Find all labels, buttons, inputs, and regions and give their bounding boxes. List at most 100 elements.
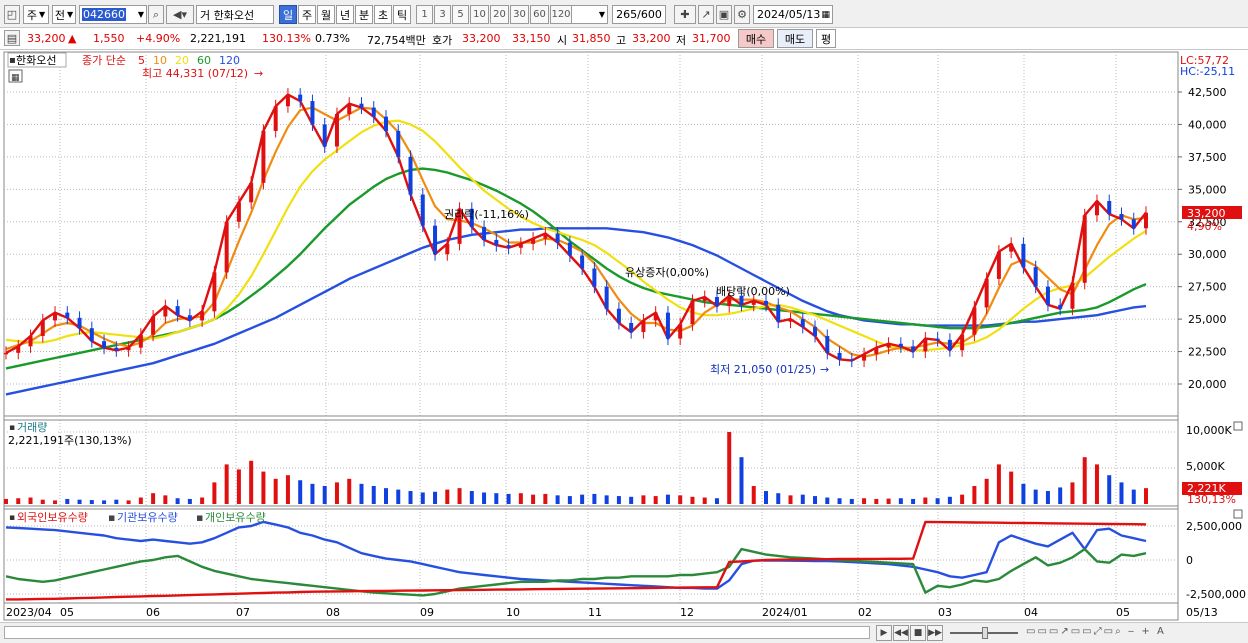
price-tick-label: 37,500	[1188, 151, 1227, 164]
stop-icon[interactable]: ■	[910, 625, 926, 641]
search-icon[interactable]: ⌕	[148, 5, 164, 24]
period-button[interactable]: 일	[279, 5, 297, 24]
volume-bar	[494, 493, 499, 504]
trend-icon[interactable]: ↗	[698, 5, 714, 24]
ma-legend-item: 5	[138, 54, 145, 67]
volume-bar	[28, 497, 33, 504]
current-price: 33,200	[27, 32, 66, 45]
eval-button[interactable]: 평	[816, 29, 836, 48]
bid-price: 33,150	[512, 32, 551, 45]
stock-name-field[interactable]: 거 한화오선	[196, 5, 274, 24]
view-select[interactable]: 전 ▼	[52, 5, 76, 24]
period-button[interactable]: 주	[298, 5, 316, 24]
interval-button[interactable]: 10	[470, 5, 489, 24]
forward-icon[interactable]: ▶▶	[927, 625, 943, 641]
candle-body	[751, 300, 756, 305]
rewind-icon[interactable]: ◀◀	[893, 625, 909, 641]
individual-legend: 개인보유수량	[205, 511, 266, 524]
volume-bar	[151, 493, 156, 504]
volume-bar	[1021, 483, 1026, 504]
period-button[interactable]: 월	[317, 5, 335, 24]
date-label: 05	[1116, 606, 1130, 619]
interval-button[interactable]: 30	[510, 5, 529, 24]
volume-bar	[445, 489, 450, 504]
period-button[interactable]: 분	[355, 5, 373, 24]
volume-bar	[702, 497, 707, 504]
volume-ratio: 130.13%	[262, 32, 311, 45]
volume-bar	[518, 493, 523, 504]
speaker-icon[interactable]: ◀▾	[166, 5, 194, 24]
market-select[interactable]: 주 ▼	[23, 5, 49, 24]
interval-button[interactable]: 5	[452, 5, 469, 24]
volume-bar	[4, 498, 8, 504]
high-annotation: 최고 44,331 (07/12)	[142, 67, 248, 80]
scroll-track[interactable]	[4, 626, 870, 639]
holding-tick: 2,500,000	[1186, 520, 1242, 533]
chart-type-icon[interactable]: ◰	[4, 5, 20, 24]
count-field[interactable]: 265/600	[612, 5, 666, 24]
volume-bar	[751, 486, 756, 504]
candle-body	[800, 319, 805, 327]
interval-button[interactable]: 120	[550, 5, 572, 24]
grid-icon[interactable]: ▤	[4, 30, 20, 46]
volume-bar	[334, 482, 339, 504]
volume-bar	[236, 469, 241, 504]
low-price: 31,700	[692, 32, 731, 45]
candle-body	[28, 335, 33, 347]
interval-select[interactable]: ▼	[570, 5, 608, 24]
volume-bar	[200, 497, 205, 504]
stock-chart[interactable]: ▪ 한화오선 종가 단순 5 10 20 60 120 ▦ 최고 44,331 (07/…	[0, 50, 1248, 622]
volume-bar	[16, 498, 21, 504]
chevron-down-icon: ▼	[38, 10, 46, 19]
period-button[interactable]: 초	[374, 5, 392, 24]
candle-body	[298, 94, 303, 102]
date-label: 12	[680, 606, 694, 619]
gear-icon[interactable]: ⚙	[734, 5, 750, 24]
interval-button[interactable]: 1	[416, 5, 433, 24]
period-button[interactable]: 년	[336, 5, 354, 24]
zoom-handle[interactable]	[982, 627, 988, 639]
arrow-right-icon: →	[254, 67, 263, 80]
candle-body	[334, 114, 339, 147]
low-annotation: 최저 21,050 (01/25)	[710, 363, 816, 376]
volume-last-pct: 130,13%	[1187, 493, 1236, 506]
volume-bar	[580, 494, 585, 504]
volume-value: 2,221,191	[190, 32, 246, 45]
candle-body	[592, 268, 597, 287]
volume-bar	[347, 478, 352, 504]
interval-button[interactable]: 60	[530, 5, 549, 24]
volume-bar	[592, 493, 597, 504]
volume-bar	[359, 483, 364, 504]
save-icon[interactable]: ▣	[716, 5, 732, 24]
date-label: 11	[588, 606, 602, 619]
interval-button[interactable]: 3	[434, 5, 451, 24]
candle-body	[126, 347, 131, 351]
volume-bar	[310, 483, 315, 504]
buy-button[interactable]: 매수	[738, 29, 774, 48]
sell-button[interactable]: 매도	[777, 29, 813, 48]
candle-body	[347, 103, 352, 115]
candle-body	[359, 103, 364, 108]
date-value: 2024/05/13	[757, 8, 821, 21]
date-label: 05/13	[1186, 606, 1218, 619]
period-button[interactable]: 틱	[393, 5, 411, 24]
volume-bar	[555, 495, 560, 504]
ma-legend-label: 종가 단순	[82, 54, 126, 67]
volume-bar	[396, 489, 401, 504]
close-icon[interactable]	[1233, 421, 1243, 431]
candle-body	[151, 316, 156, 335]
volume-bar	[249, 460, 254, 504]
play-icon[interactable]: ▶	[876, 625, 892, 641]
candle-body	[1058, 304, 1063, 309]
date-label: 04	[1024, 606, 1038, 619]
crosshair-icon[interactable]: ✚	[674, 5, 696, 24]
interval-button[interactable]: 20	[490, 5, 509, 24]
code-input[interactable]: 042660 ▼	[79, 5, 147, 24]
tool-icons[interactable]: ▭▭▭↗▭▭⤢▭⌕ ‒ + A	[1026, 626, 1166, 637]
close-icon[interactable]	[1233, 509, 1243, 519]
calendar-icon[interactable]: ▦	[821, 10, 832, 20]
candle-body	[788, 319, 793, 322]
volume-bar	[384, 488, 388, 504]
date-field[interactable]: 2024/05/13 ▦	[753, 5, 833, 24]
volume-bar	[531, 494, 536, 504]
